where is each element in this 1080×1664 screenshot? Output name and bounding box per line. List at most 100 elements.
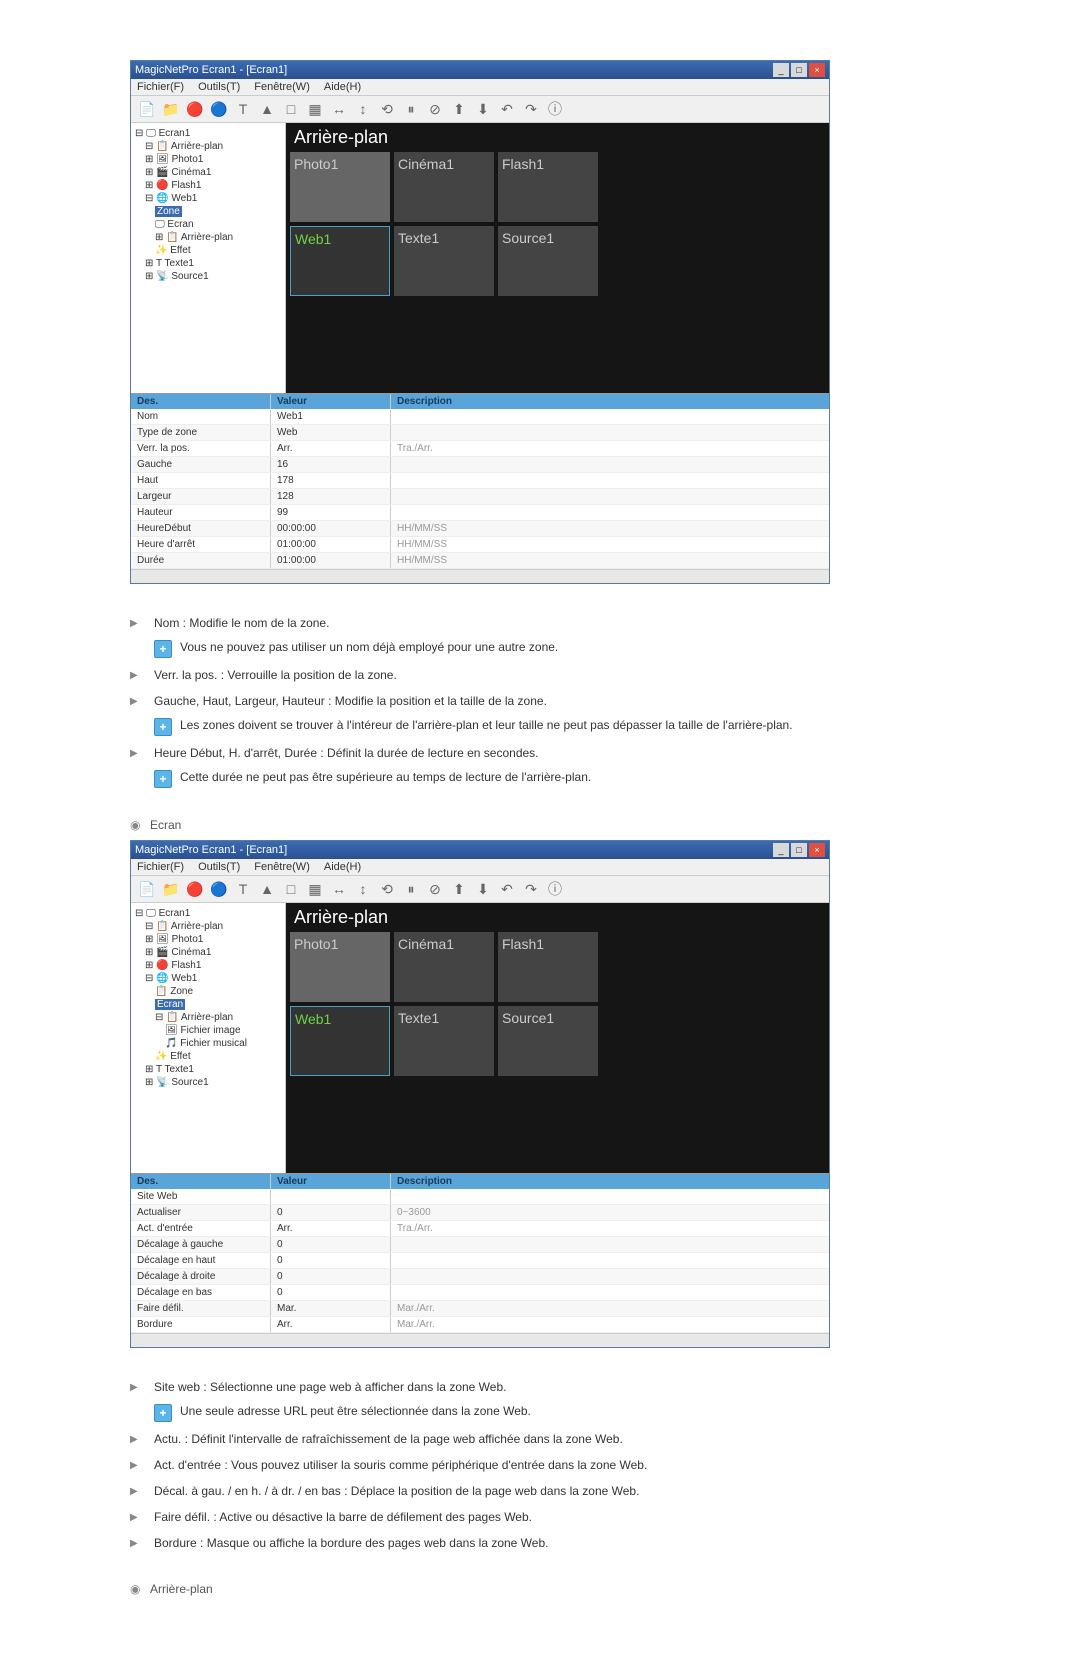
property-row[interactable]: Largeur128	[131, 489, 829, 505]
menu-tools[interactable]: Outils(T)	[198, 81, 240, 93]
tool-icon[interactable]: ⊘	[425, 879, 445, 899]
property-row[interactable]: Décalage en bas0	[131, 1285, 829, 1301]
property-row[interactable]: Gauche16	[131, 457, 829, 473]
tree-item[interactable]: ⊞ T Texte1	[135, 257, 281, 270]
tool-icon[interactable]: ⓘ	[545, 879, 565, 899]
tool-icon[interactable]: □	[281, 879, 301, 899]
tree-item[interactable]: ⊞ 🖼 Photo1	[135, 933, 281, 946]
property-row[interactable]: Type de zoneWeb	[131, 425, 829, 441]
menu-help[interactable]: Aide(H)	[324, 81, 361, 93]
tool-icon[interactable]: T	[233, 879, 253, 899]
property-row[interactable]: BordureArr.Mar./Arr.	[131, 1317, 829, 1333]
tree-item[interactable]: ⊞ 📋 Arrière-plan	[135, 231, 281, 244]
tool-icon[interactable]: 📁	[161, 879, 181, 899]
zone-flash[interactable]: Flash1	[498, 932, 598, 1002]
tool-icon[interactable]: 🔴	[185, 879, 205, 899]
scrollbar[interactable]	[131, 1333, 829, 1347]
tool-icon[interactable]: T	[233, 99, 253, 119]
zone-web[interactable]: Web1	[290, 1006, 390, 1076]
menu-file[interactable]: Fichier(F)	[137, 861, 184, 873]
minimize-button[interactable]: _	[773, 63, 789, 77]
tool-icon[interactable]: ⬇	[473, 879, 493, 899]
property-row[interactable]: HeureDébut00:00:00HH/MM/SS	[131, 521, 829, 537]
menu-window[interactable]: Fenêtre(W)	[254, 81, 310, 93]
property-row[interactable]: Décalage à gauche0	[131, 1237, 829, 1253]
tree-item[interactable]: ⊟ 📋 Arrière-plan	[135, 140, 281, 153]
tree-item[interactable]: 🖵 Ecran	[135, 218, 281, 231]
tree-item[interactable]: ✨ Effet	[135, 1050, 281, 1063]
tool-icon[interactable]: ↶	[497, 99, 517, 119]
tool-icon[interactable]: 🔵	[209, 99, 229, 119]
tool-icon[interactable]: ▦	[305, 99, 325, 119]
tool-icon[interactable]: ↔	[329, 879, 349, 899]
tree-item[interactable]: Zone	[135, 205, 281, 218]
tree-item[interactable]: ⊟ 📋 Arrière-plan	[135, 1011, 281, 1024]
menu-tools[interactable]: Outils(T)	[198, 861, 240, 873]
zone-text[interactable]: Texte1	[394, 1006, 494, 1076]
property-row[interactable]: Site Web	[131, 1189, 829, 1205]
tree-item[interactable]: ⊞ 🎬 Cinéma1	[135, 946, 281, 959]
property-row[interactable]: Verr. la pos.Arr.Tra./Arr.	[131, 441, 829, 457]
tool-icon[interactable]: 📄	[137, 879, 157, 899]
property-row[interactable]: Actualiser00~3600	[131, 1205, 829, 1221]
tree-item[interactable]: 📋 Zone	[135, 985, 281, 998]
scrollbar[interactable]	[131, 569, 829, 583]
tool-icon[interactable]: ⬆	[449, 99, 469, 119]
tree-item[interactable]: ⊟ 🌐 Web1	[135, 972, 281, 985]
tool-icon[interactable]: ⏸	[401, 99, 421, 119]
tool-icon[interactable]: ↷	[521, 879, 541, 899]
tree-item[interactable]: 🎵 Fichier musical	[135, 1037, 281, 1050]
property-row[interactable]: Durée01:00:00HH/MM/SS	[131, 553, 829, 569]
tree-item[interactable]: ⊟ 🌐 Web1	[135, 192, 281, 205]
tool-icon[interactable]: ▦	[305, 879, 325, 899]
zone-web[interactable]: Web1	[290, 226, 390, 296]
tree-item[interactable]: ✨ Effet	[135, 244, 281, 257]
zone-photo[interactable]: Photo1	[290, 152, 390, 222]
zone-flash[interactable]: Flash1	[498, 152, 598, 222]
tool-icon[interactable]: □	[281, 99, 301, 119]
tool-icon[interactable]: ⓘ	[545, 99, 565, 119]
tree-item[interactable]: ⊞ 🖼 Photo1	[135, 153, 281, 166]
minimize-button[interactable]: _	[773, 843, 789, 857]
tool-icon[interactable]: ⊘	[425, 99, 445, 119]
tree-item[interactable]: ⊞ 📡 Source1	[135, 1076, 281, 1089]
tool-icon[interactable]: ↔	[329, 99, 349, 119]
tool-icon[interactable]: ⟲	[377, 99, 397, 119]
tree-item[interactable]: ⊞ T Texte1	[135, 1063, 281, 1076]
zone-cinema[interactable]: Cinéma1	[394, 152, 494, 222]
zone-text[interactable]: Texte1	[394, 226, 494, 296]
tool-icon[interactable]: ↕	[353, 99, 373, 119]
tool-icon[interactable]: 🔴	[185, 99, 205, 119]
property-row[interactable]: Heure d'arrêt01:00:00HH/MM/SS	[131, 537, 829, 553]
tool-icon[interactable]: ↕	[353, 879, 373, 899]
tool-icon[interactable]: ⬇	[473, 99, 493, 119]
zone-cinema[interactable]: Cinéma1	[394, 932, 494, 1002]
tool-icon[interactable]: ↷	[521, 99, 541, 119]
tool-icon[interactable]: ⟲	[377, 879, 397, 899]
zone-photo[interactable]: Photo1	[290, 932, 390, 1002]
close-button[interactable]: ×	[809, 63, 825, 77]
menu-window[interactable]: Fenêtre(W)	[254, 861, 310, 873]
tree-item[interactable]: ⊟ 📋 Arrière-plan	[135, 920, 281, 933]
property-row[interactable]: Hauteur99	[131, 505, 829, 521]
tree-item[interactable]: 🖼 Fichier image	[135, 1024, 281, 1037]
zone-source[interactable]: Source1	[498, 1006, 598, 1076]
tool-icon[interactable]: ▲	[257, 879, 277, 899]
tree-item[interactable]: ⊟ 🖵 Ecran1	[135, 127, 281, 140]
tree-item[interactable]: Ecran	[135, 998, 281, 1011]
tree-item[interactable]: ⊞ 🔴 Flash1	[135, 179, 281, 192]
property-row[interactable]: Décalage en haut0	[131, 1253, 829, 1269]
tool-icon[interactable]: 📄	[137, 99, 157, 119]
tool-icon[interactable]: ▲	[257, 99, 277, 119]
tool-icon[interactable]: ⏸	[401, 879, 421, 899]
tool-icon[interactable]: 📁	[161, 99, 181, 119]
tree-item[interactable]: ⊞ 📡 Source1	[135, 270, 281, 283]
zone-source[interactable]: Source1	[498, 226, 598, 296]
menu-file[interactable]: Fichier(F)	[137, 81, 184, 93]
property-row[interactable]: Act. d'entréeArr.Tra./Arr.	[131, 1221, 829, 1237]
tree-item[interactable]: ⊞ 🎬 Cinéma1	[135, 166, 281, 179]
close-button[interactable]: ×	[809, 843, 825, 857]
maximize-button[interactable]: □	[791, 843, 807, 857]
property-row[interactable]: NomWeb1	[131, 409, 829, 425]
tree-item[interactable]: ⊟ 🖵 Ecran1	[135, 907, 281, 920]
